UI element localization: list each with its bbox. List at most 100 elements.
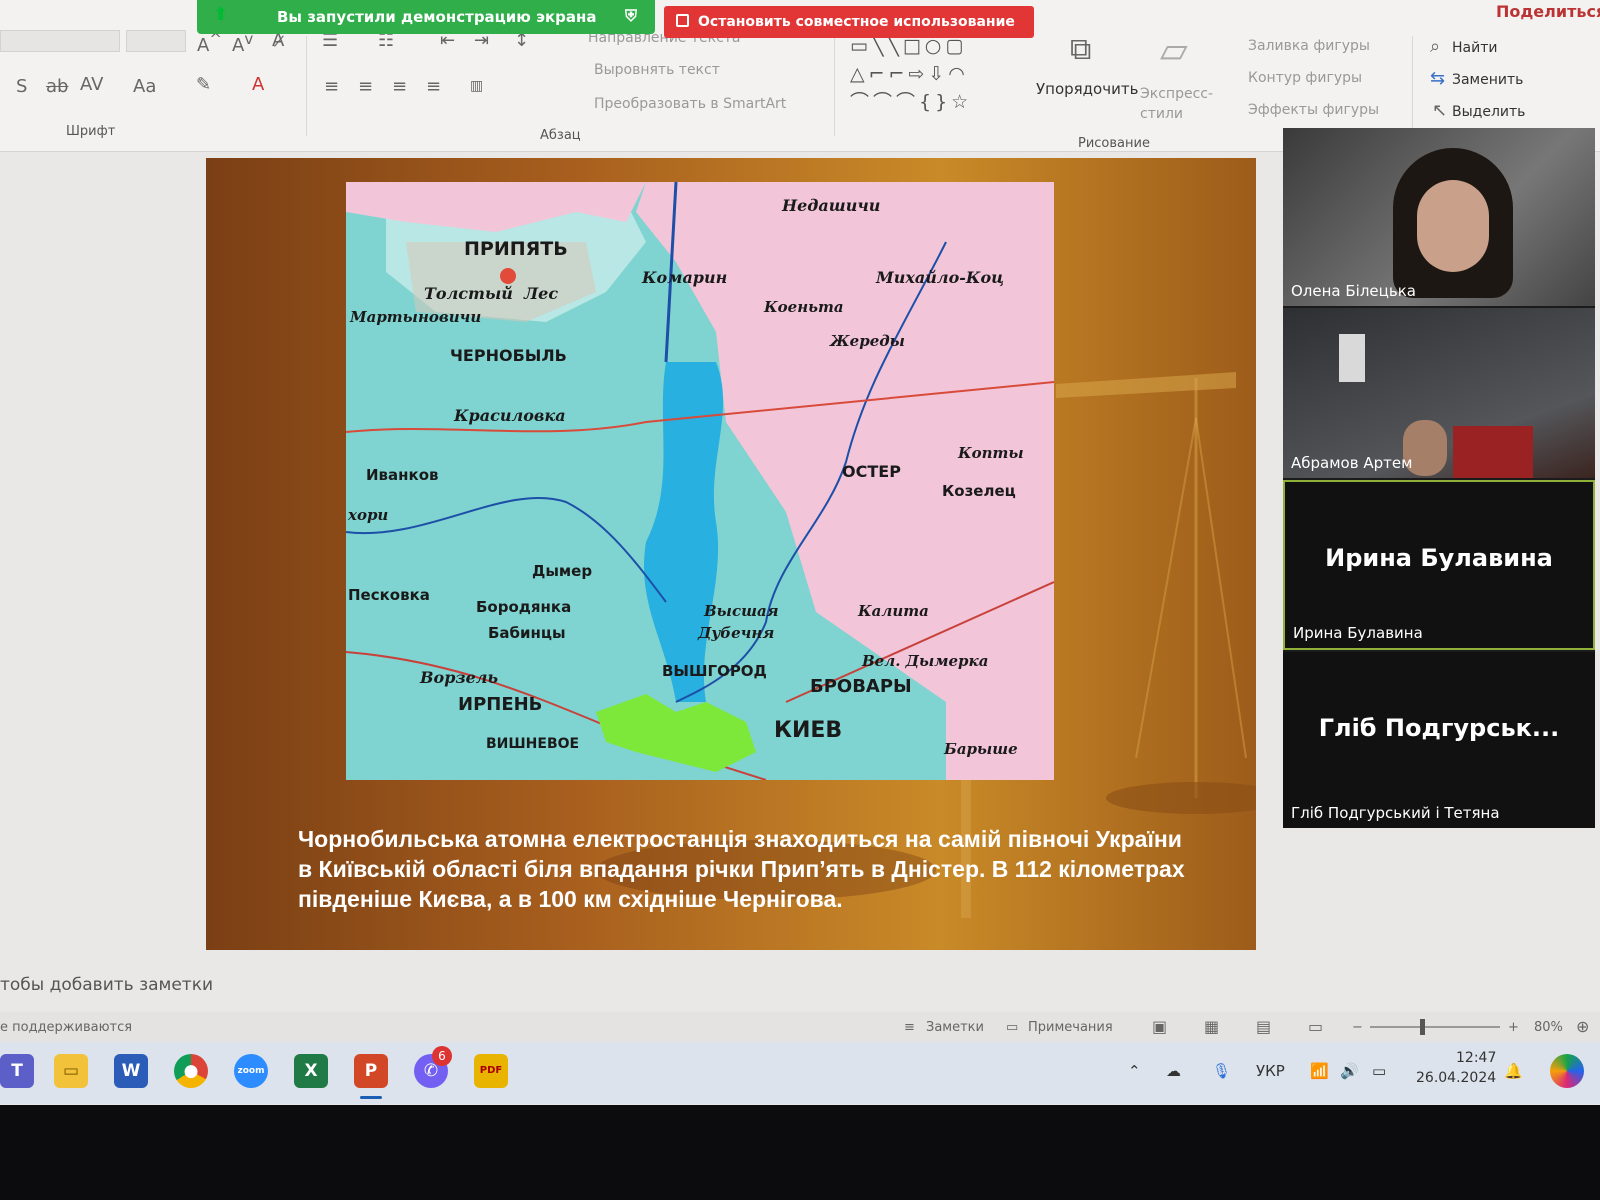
- highlight-icon[interactable]: ✎: [196, 74, 211, 95]
- file-explorer-icon[interactable]: ▭: [54, 1054, 88, 1088]
- separator: [834, 36, 835, 136]
- columns-icon[interactable]: ▥: [470, 78, 483, 94]
- map-label-dubechnya: Дубечня: [698, 624, 775, 642]
- active-app-indicator: [360, 1096, 382, 1099]
- quick-styles-button[interactable]: Экспресс-стили: [1140, 84, 1220, 124]
- map-label-peskovka: Песковка: [348, 586, 430, 604]
- clock-time[interactable]: 12:47: [1456, 1050, 1496, 1066]
- paragraph-group-label: Абзац: [540, 128, 581, 143]
- word-icon[interactable]: W: [114, 1054, 148, 1088]
- presentation-slide[interactable]: ПРИПЯТЬ Недашичи Толстый Лес Мартыновичи…: [206, 158, 1256, 950]
- slideshow-view-icon[interactable]: ▭: [1308, 1017, 1323, 1036]
- powerpoint-icon[interactable]: P: [354, 1054, 388, 1088]
- zoom-out-button[interactable]: −: [1352, 1020, 1363, 1035]
- comments-icon[interactable]: ▭: [1006, 1020, 1018, 1035]
- reading-view-icon[interactable]: ▤: [1256, 1017, 1271, 1036]
- align-text-button[interactable]: Выровнять текст: [594, 62, 720, 78]
- share-button[interactable]: Поделиться: [1496, 2, 1600, 21]
- shadow-icon[interactable]: S: [16, 76, 27, 97]
- participant-tile[interactable]: Гліб Подгурськ... Гліб Подгурський і Тет…: [1283, 652, 1595, 828]
- shield-icon: ⛨: [625, 6, 638, 25]
- participant-display-name: Гліб Подгурськ...: [1318, 714, 1560, 742]
- find-button[interactable]: Найти: [1452, 40, 1497, 56]
- volume-icon[interactable]: 🔊: [1340, 1062, 1359, 1080]
- separator: [1412, 36, 1413, 136]
- select-icon: ↖: [1432, 100, 1448, 121]
- map-label-oster: ОСТЕР: [842, 462, 901, 481]
- strikethrough-icon[interactable]: ab: [46, 76, 68, 97]
- notification-bell-icon[interactable]: 🔔: [1504, 1062, 1523, 1080]
- participant-tile[interactable]: Абрамов Артем: [1283, 308, 1595, 478]
- map-label-vel-dymerka: Вел. Дымерка: [862, 652, 989, 670]
- change-case-icon[interactable]: Aa: [133, 76, 156, 97]
- arrange-button[interactable]: Упорядочить: [1036, 80, 1138, 98]
- justify-icon[interactable]: ≡: [426, 76, 441, 97]
- map-label-irpen: ИРПЕНЬ: [458, 694, 543, 715]
- map-label-vorzel: Ворзель: [420, 668, 499, 687]
- select-button[interactable]: Выделить: [1452, 104, 1525, 120]
- font-color-icon[interactable]: A: [252, 74, 264, 95]
- zoom-icon[interactable]: zoom: [234, 1054, 268, 1088]
- chevron-up-icon[interactable]: ⌃: [1128, 1062, 1141, 1080]
- char-spacing-icon[interactable]: AV: [80, 74, 103, 95]
- chrome-icon[interactable]: ●: [174, 1054, 208, 1088]
- shapes-gallery[interactable]: ▭╲╲□○▢ △⌐⌐⇨⇩◠ ⌒⌒⌒{}☆: [850, 32, 1020, 116]
- convert-smartart-button[interactable]: Преобразовать в SmartArt: [594, 96, 786, 112]
- share-status-text: Вы запустили демонстрацию экрана: [277, 8, 597, 26]
- zoom-slider-thumb[interactable]: [1420, 1019, 1425, 1035]
- arrange-icon[interactable]: ⧉: [1070, 32, 1091, 67]
- shape-outline-button[interactable]: Контур фигуры: [1248, 70, 1362, 86]
- viber-badge: 6: [432, 1046, 452, 1066]
- zoom-level[interactable]: 80%: [1534, 1020, 1563, 1035]
- zoom-slider[interactable]: [1370, 1026, 1500, 1028]
- stop-sharing-label: Остановить совместное использование: [698, 14, 1015, 30]
- excel-icon[interactable]: X: [294, 1054, 328, 1088]
- stop-sharing-button[interactable]: Остановить совместное использование: [664, 6, 1034, 38]
- fit-slide-icon[interactable]: ⊕: [1576, 1017, 1589, 1036]
- map-label-krasilovka: Красиловка: [454, 406, 566, 425]
- notes-toggle-button[interactable]: Заметки: [926, 1020, 984, 1035]
- zoom-in-button[interactable]: +: [1508, 1020, 1519, 1035]
- shape-fill-button[interactable]: Заливка фигуры: [1248, 38, 1370, 54]
- battery-icon[interactable]: ▭: [1372, 1062, 1386, 1080]
- wifi-icon[interactable]: 📶: [1310, 1062, 1329, 1080]
- normal-view-icon[interactable]: ▣: [1152, 1017, 1167, 1036]
- replace-button[interactable]: Заменить: [1452, 72, 1523, 88]
- copilot-icon[interactable]: [1550, 1054, 1584, 1088]
- map-label-baryshevka: Барыше: [944, 740, 1018, 758]
- map-label-tolsty-les: Толстый Лес: [424, 284, 559, 303]
- slide-sorter-icon[interactable]: ▦: [1204, 1017, 1219, 1036]
- microphone-icon[interactable]: 🎙: [1212, 1062, 1231, 1080]
- slide-caption: Чорнобильська атомна електростанція знах…: [298, 826, 1185, 912]
- clock-date[interactable]: 26.04.2024: [1416, 1070, 1496, 1086]
- map-label-nedanchichi: Недашичи: [782, 196, 881, 215]
- participant-tile-active[interactable]: Ирина Булавина Ирина Булавина: [1283, 480, 1595, 650]
- shape-effects-button[interactable]: Эффекты фигуры: [1248, 102, 1379, 118]
- language-indicator[interactable]: УКР: [1256, 1062, 1285, 1080]
- comments-toggle-button[interactable]: Примечания: [1028, 1020, 1113, 1035]
- teams-icon[interactable]: T: [0, 1054, 34, 1088]
- align-right-icon[interactable]: ≡: [392, 76, 407, 97]
- quick-styles-icon[interactable]: ▱: [1160, 30, 1188, 71]
- font-size-combo[interactable]: [126, 30, 186, 52]
- onedrive-icon[interactable]: ☁: [1166, 1062, 1181, 1080]
- align-center-icon[interactable]: ≡: [358, 76, 373, 97]
- align-left-icon[interactable]: ≡: [324, 76, 339, 97]
- participant-name: Абрамов Артем: [1291, 454, 1413, 472]
- map-label-borodyanka: Бородянка: [476, 598, 572, 616]
- font-name-combo[interactable]: [0, 30, 120, 52]
- map-label-martynovichi: Мартыновичи: [350, 308, 482, 326]
- pdf-reader-icon[interactable]: PDF: [474, 1054, 508, 1088]
- participant-video: [1453, 426, 1533, 478]
- notes-placeholder[interactable]: тобы добавить заметки: [0, 975, 213, 995]
- notes-icon[interactable]: ≡: [904, 1020, 915, 1035]
- map-label-komarin: Комарин: [642, 268, 728, 287]
- participant-tile[interactable]: Олена Білецька: [1283, 128, 1595, 306]
- map-label-zhereds: Жереды: [830, 332, 905, 350]
- map-label-dymer: Дымер: [532, 562, 593, 580]
- map-label-kiev: КИЕВ: [774, 718, 843, 743]
- participant-name: Олена Білецька: [1291, 282, 1416, 300]
- stop-icon: [676, 14, 689, 27]
- map-label-kalita: Калита: [858, 602, 929, 620]
- map-label-vysshaya: Высшая: [704, 602, 779, 620]
